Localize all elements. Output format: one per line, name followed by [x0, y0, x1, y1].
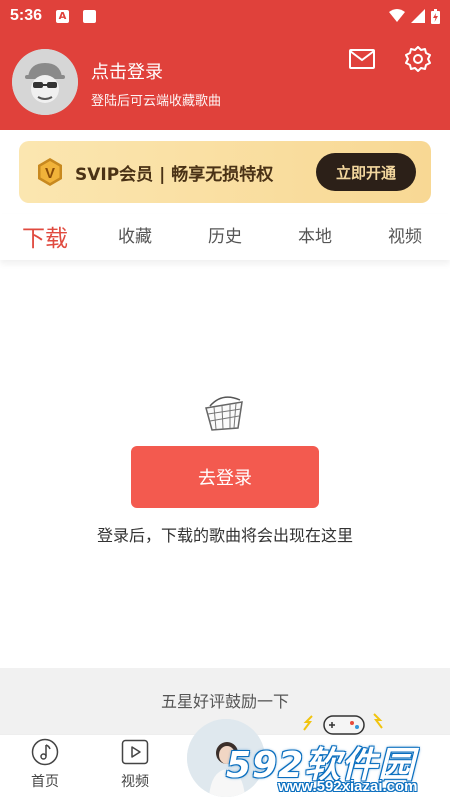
- nav-home-label: 首页: [31, 774, 59, 790]
- tab-history[interactable]: 历史: [208, 222, 242, 247]
- status-time: 5:36: [10, 7, 43, 24]
- open-vip-button[interactable]: 立即开通: [316, 153, 416, 191]
- signal-icon: [411, 9, 425, 23]
- avatar[interactable]: [12, 49, 78, 115]
- notification-square-icon: [83, 9, 97, 23]
- battery-icon: [431, 8, 440, 24]
- vip-text: SVIP会员 | 畅享无损特权: [75, 165, 274, 185]
- tab-video[interactable]: 视频: [388, 222, 422, 247]
- wifi-icon: [389, 9, 405, 22]
- profile-header: 点击登录 登陆后可云端收藏歌曲: [0, 32, 450, 130]
- empty-basket-icon: [205, 396, 243, 431]
- settings-gear-icon[interactable]: [403, 44, 433, 74]
- status-bar: 5:36 A: [0, 0, 450, 32]
- mail-icon[interactable]: [347, 44, 377, 74]
- svip-banner[interactable]: V SVIP会员 | 畅享无损特权 立即开通: [19, 141, 431, 203]
- watermark-url: www.592xiazai.com: [278, 778, 418, 795]
- login-subtitle: 登陆后可云端收藏歌曲: [91, 94, 222, 109]
- accessibility-notification-icon: A: [56, 9, 70, 23]
- svg-text:V: V: [45, 165, 55, 182]
- tab-favorites[interactable]: 收藏: [118, 222, 152, 247]
- empty-message: 登录后，下载的歌曲将会出现在这里: [96, 526, 353, 545]
- music-note-icon: [31, 738, 59, 766]
- tab-download[interactable]: 下载: [22, 219, 68, 253]
- nav-video[interactable]: 视频: [105, 738, 165, 791]
- tab-bar: 下载 收藏 历史 本地 视频: [0, 214, 450, 260]
- vip-badge-icon: V: [38, 158, 62, 186]
- watermark-logo: 592软件园 www.592xiazai.com: [218, 730, 450, 800]
- tab-local[interactable]: 本地: [298, 222, 332, 247]
- nav-video-label: 视频: [121, 774, 149, 790]
- go-login-button[interactable]: 去登录: [131, 446, 319, 508]
- login-title[interactable]: 点击登录: [91, 58, 163, 84]
- play-icon: [121, 739, 149, 765]
- nav-home[interactable]: 首页: [15, 738, 75, 791]
